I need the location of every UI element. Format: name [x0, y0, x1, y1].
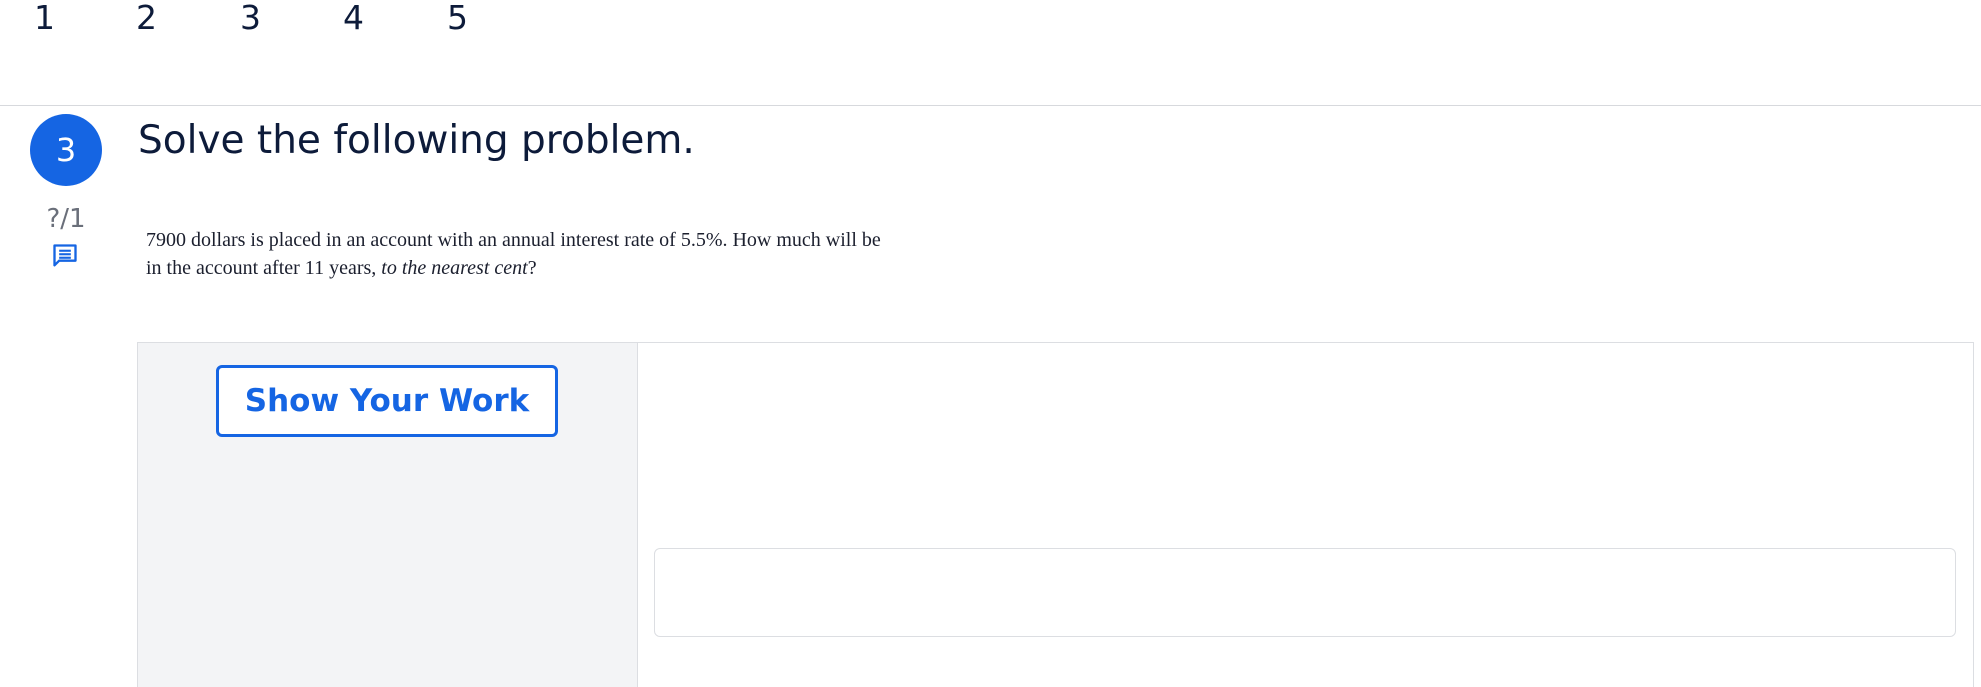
nav-question-2[interactable]: 2: [136, 0, 157, 36]
nav-question-1[interactable]: 1: [34, 0, 55, 36]
question-title: Solve the following problem.: [138, 118, 695, 163]
question-number-badge: 3: [30, 114, 102, 186]
answer-input[interactable]: [654, 548, 1956, 637]
question-nav: 1 2 3 4 5: [0, 0, 1981, 106]
problem-text-end: ?: [527, 257, 537, 279]
comment-icon[interactable]: [51, 242, 79, 270]
work-panel: Show Your Work: [137, 342, 1974, 687]
show-your-work-button[interactable]: Show Your Work: [216, 365, 558, 437]
nav-question-4[interactable]: 4: [343, 0, 364, 36]
work-sidebar: Show Your Work: [138, 343, 638, 687]
problem-text: 7900 dollars is placed in an account wit…: [146, 226, 886, 282]
nav-question-3[interactable]: 3: [240, 0, 261, 36]
question-score: ?/1: [46, 204, 86, 234]
problem-text-emphasis: to the nearest cent: [381, 257, 528, 279]
nav-question-5[interactable]: 5: [447, 0, 468, 36]
